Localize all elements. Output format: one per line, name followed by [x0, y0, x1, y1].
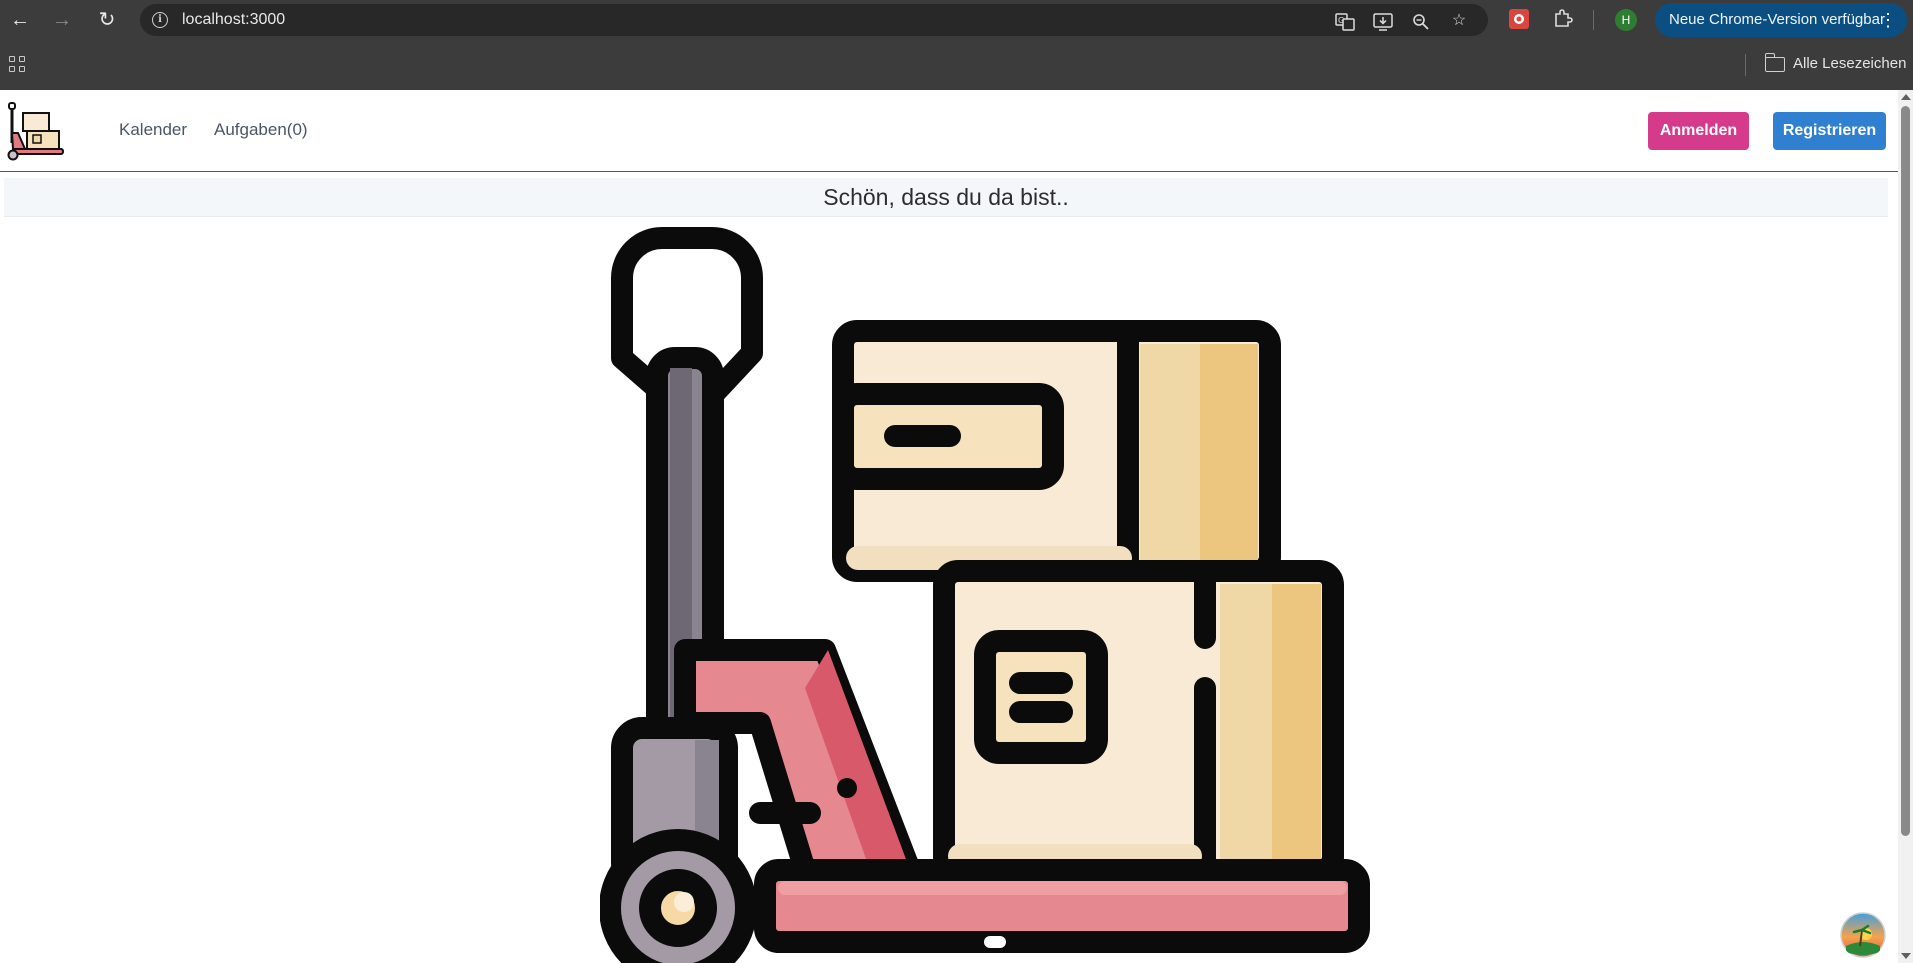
forward-arrow-icon[interactable]: → [48, 6, 76, 34]
site-logo[interactable] [3, 99, 66, 161]
pallet-truck-illustration [599, 218, 1420, 963]
bookmark-star-icon[interactable]: ☆ [1449, 13, 1469, 29]
bookmarks-separator [1745, 54, 1746, 76]
browser-toolbar: ← → ↻ i localhost:3000 G ☆ H Neue Chrome… [0, 0, 1913, 40]
apps-grid-icon[interactable] [9, 56, 27, 74]
register-button[interactable]: Registrieren [1773, 112, 1886, 150]
more-menu-icon[interactable]: ⋮ [1879, 3, 1897, 37]
floating-assistant-icon[interactable] [1840, 912, 1886, 958]
back-arrow-icon[interactable]: ← [6, 6, 34, 34]
page-scrollbar[interactable] [1898, 90, 1913, 963]
profile-avatar[interactable]: H [1615, 9, 1637, 31]
scroll-thumb[interactable] [1901, 106, 1910, 836]
all-bookmarks-link[interactable]: Alle Lesezeichen [1793, 55, 1906, 72]
install-app-icon[interactable] [1373, 13, 1393, 31]
nav-link-aufgaben[interactable]: Aufgaben(0) [214, 120, 308, 140]
scroll-down-arrow-icon[interactable] [1901, 953, 1911, 959]
bookmarks-bar: Alle Lesezeichen [0, 40, 1913, 90]
chrome-update-label: Neue Chrome-Version verfügbar [1669, 11, 1885, 28]
site-navbar: Kalender Aufgaben(0) Anmelden Registrier… [0, 90, 1898, 172]
svg-text:G: G [1338, 16, 1344, 25]
zoom-icon[interactable] [1411, 13, 1431, 30]
scroll-up-arrow-icon[interactable] [1901, 94, 1911, 100]
address-url[interactable]: localhost:3000 [182, 11, 285, 29]
site-info-icon[interactable]: i [152, 12, 168, 28]
chrome-update-button[interactable]: Neue Chrome-Version verfügbar ⋮ [1655, 3, 1907, 37]
folder-icon[interactable] [1764, 53, 1785, 72]
extensions-puzzle-icon[interactable] [1552, 8, 1574, 30]
web-page: Kalender Aufgaben(0) Anmelden Registrier… [0, 90, 1898, 963]
extension-red-icon[interactable] [1508, 8, 1530, 30]
toolbar-separator [1593, 10, 1594, 30]
welcome-heading: Schön, dass du da bist.. [4, 178, 1888, 217]
nav-link-kalender[interactable]: Kalender [119, 120, 187, 140]
translate-icon[interactable]: G [1335, 13, 1355, 31]
address-bar[interactable]: i localhost:3000 G ☆ [140, 4, 1488, 36]
login-button[interactable]: Anmelden [1648, 112, 1749, 150]
reload-icon[interactable]: ↻ [93, 6, 121, 34]
